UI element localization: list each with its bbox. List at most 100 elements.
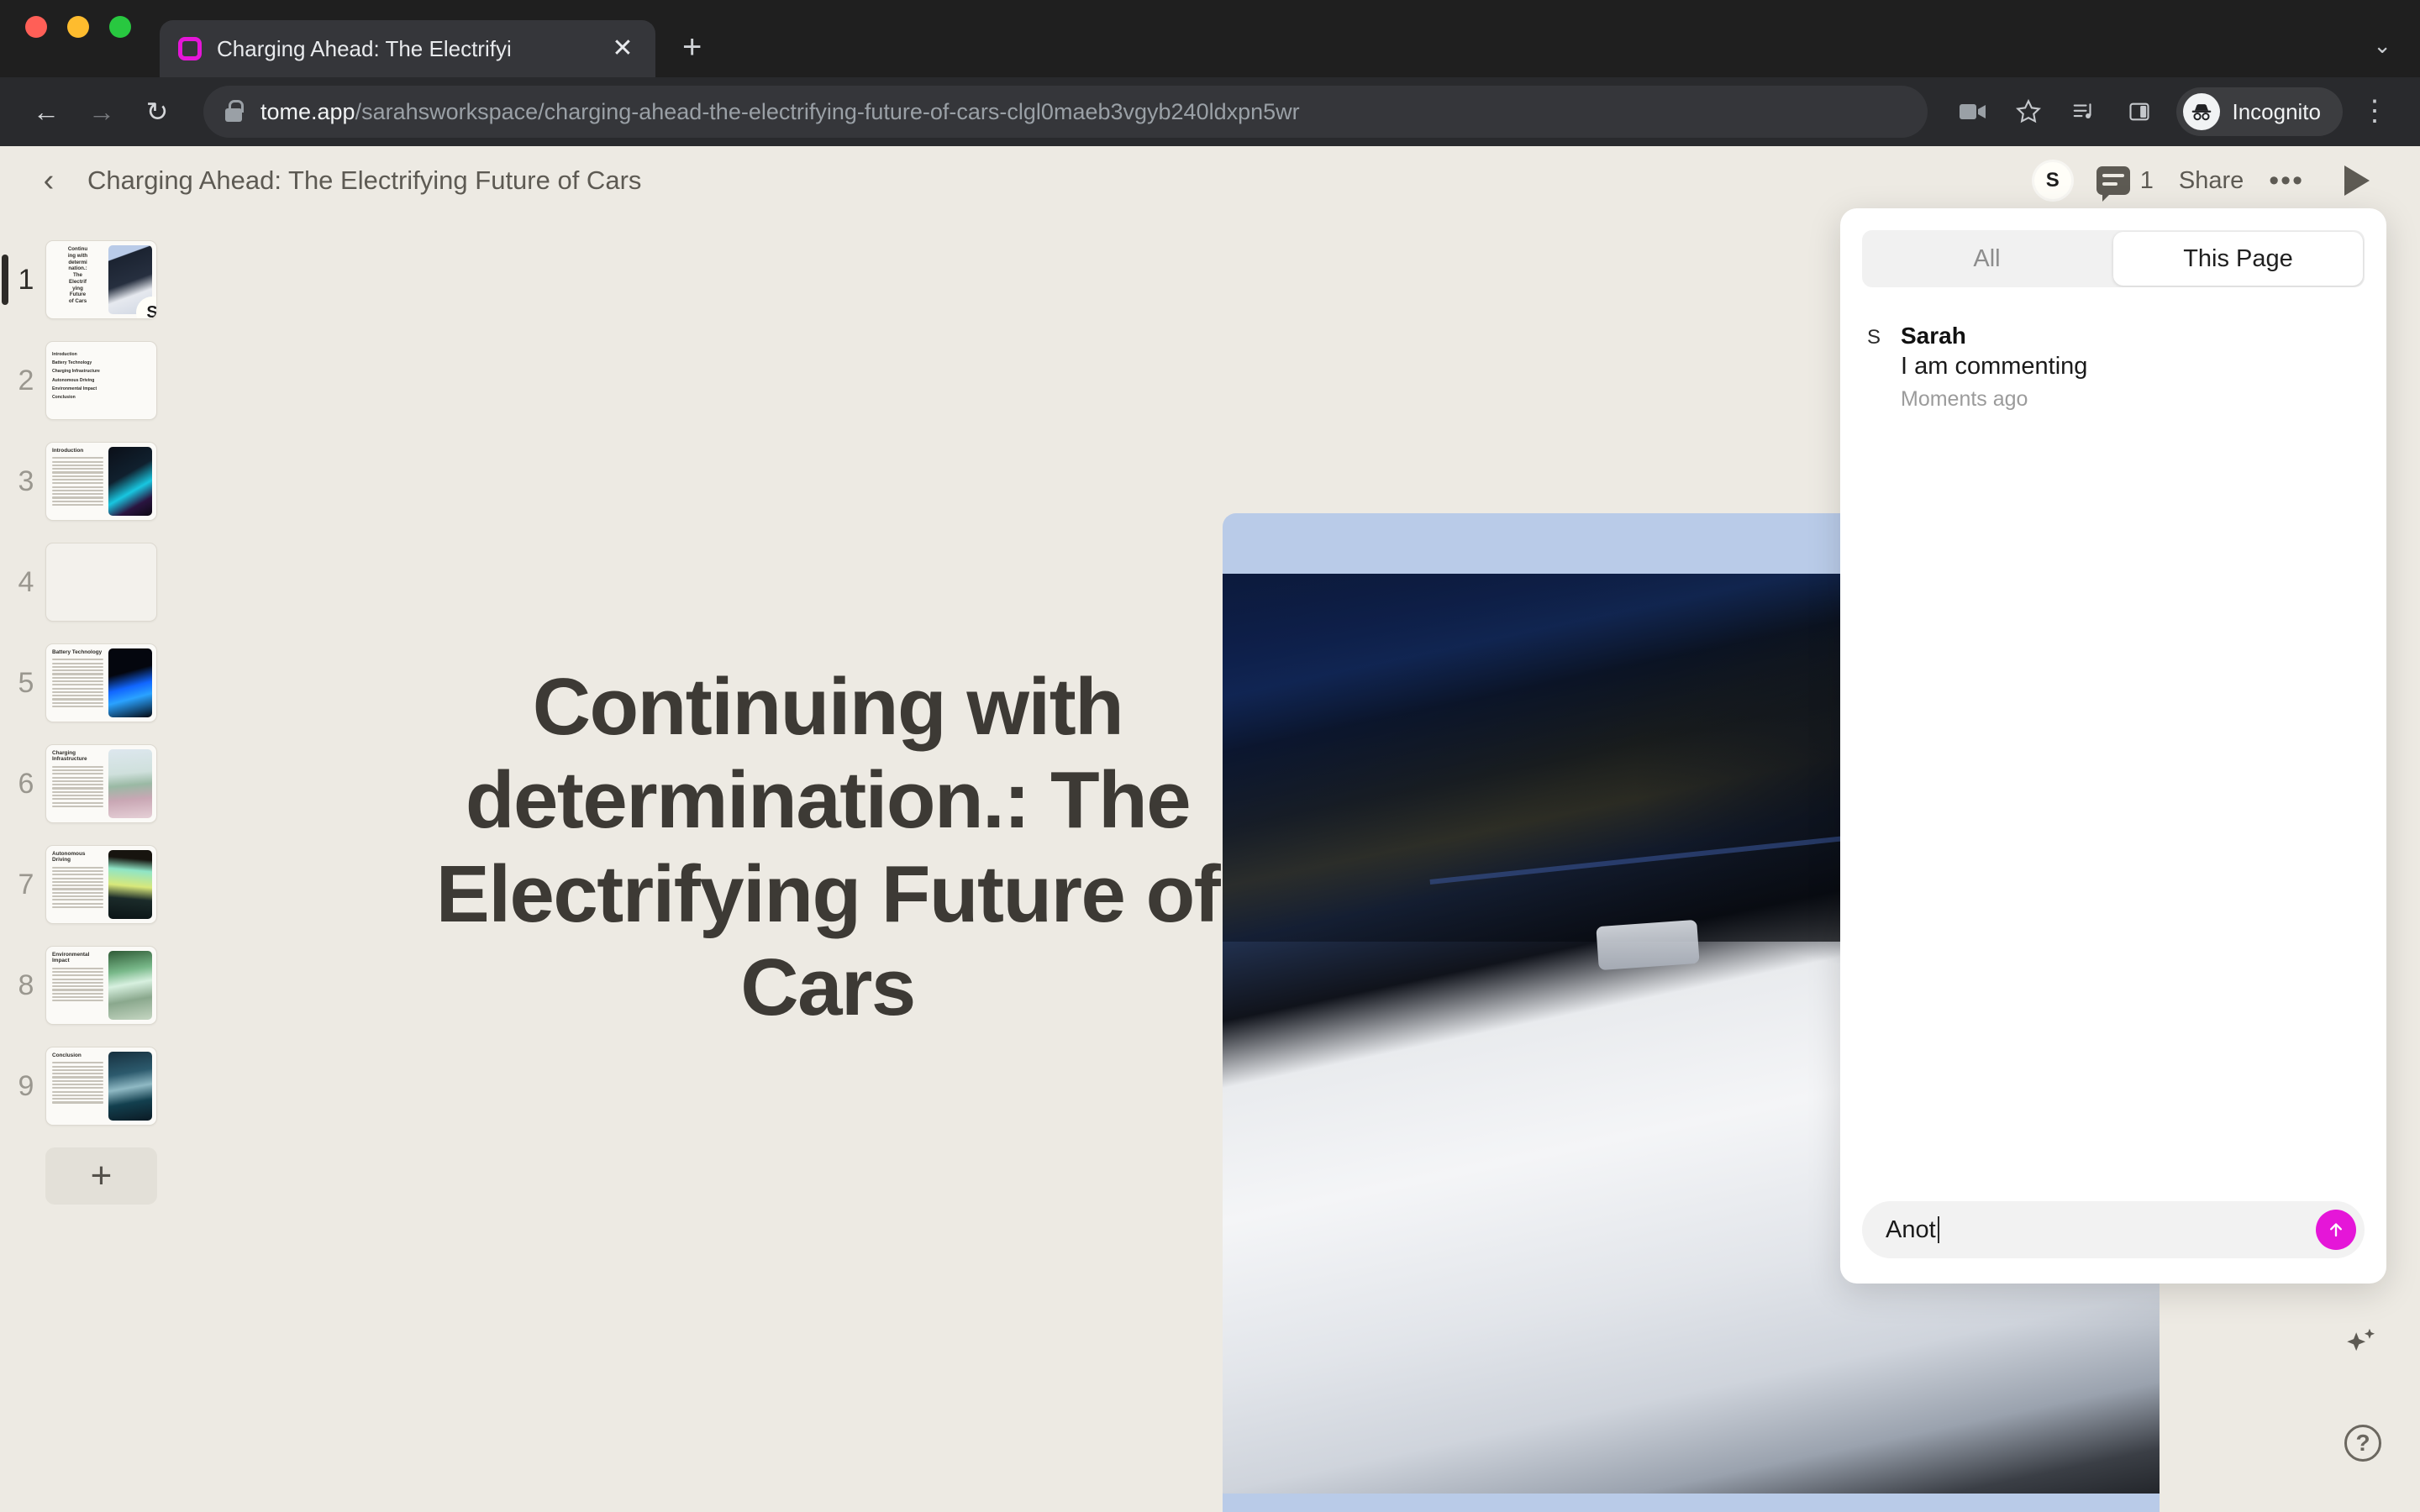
comment-input[interactable]: Anot [1886,1216,1936,1244]
comment-text: I am commenting [1901,353,2088,380]
slide-number: 4 [18,565,34,598]
slide-preview[interactable]: Charging Infrastructure [45,744,157,823]
header-actions: S 1 Share ••• [2033,162,2388,202]
slide-preview-heading: Environmental Impact [52,952,90,964]
slide-preview-text: Autonomous Driving [46,846,108,923]
comments-panel: All This Page S Sarah I am commenting Mo… [1840,208,2386,1284]
browser-menu-button[interactable]: ⋮ [2351,88,2398,135]
reload-button[interactable]: ↻ [133,87,182,136]
close-window-button[interactable] [25,16,47,38]
slide-preview[interactable]: Introduction Battery Technology Charging… [45,341,157,420]
text-caret [1937,1216,1939,1243]
tab-this-page[interactable]: This Page [2113,232,2363,286]
page-title[interactable]: Charging Ahead: The Electrifying Future … [87,165,641,196]
slide-thumbnail-9[interactable]: 9 Conclusion [0,1047,181,1126]
slide-preview[interactable]: Battery Technology [45,643,157,722]
toolbar-icons: Incognito ⋮ [1949,87,2398,136]
comment-timestamp: Moments ago [1901,387,2028,411]
slide-preview[interactable]: Conclusion [45,1047,157,1126]
comment-body: Sarah I am commenting Moments ago [1901,323,2087,412]
slide-number: 9 [18,1069,34,1102]
forward-button[interactable]: → [77,87,126,136]
comment-author: Sarah [1901,323,1966,349]
browser-window: Charging Ahead: The Electrifyi ✕ + ⌄ ← →… [0,0,2420,1512]
slide-preview[interactable]: Environmental Impact [45,946,157,1025]
new-tab-button[interactable]: + [682,30,702,64]
tome-hexagon-icon [178,37,202,60]
slide-title[interactable]: Continuing with determination.: The Elec… [387,660,1269,1034]
slide-number: 1 [18,263,34,296]
slide-thumbnail-7[interactable]: 7 Autonomous Driving [0,845,181,924]
address-bar[interactable]: tome.app/sarahsworkspace/charging-ahead-… [203,86,1928,138]
slide-preview[interactable]: Introduction [45,442,157,521]
media-playlist-icon[interactable] [2060,88,2107,135]
slide-preview-heading: Autonomous Driving [52,851,86,864]
slide-preview[interactable]: Continu ing with determi nation.: The El… [45,240,157,319]
share-button[interactable]: Share [2179,167,2244,195]
slide-thumbnail-sidebar[interactable]: 1 Continu ing with determi nation.: The … [0,215,181,1512]
slide-number: 8 [18,969,34,1001]
video-camera-icon[interactable] [1949,88,1996,135]
slide-preview-image [108,1052,152,1121]
slide-thumbnail-8[interactable]: 8 Environmental Impact [0,946,181,1025]
profile-incognito-button[interactable]: Incognito [2176,87,2343,136]
slide-preview-text: Introduction Battery Technology Charging… [46,342,156,419]
slide-thumbnail-6[interactable]: 6 Charging Infrastructure [0,744,181,823]
slide-preview[interactable]: Autonomous Driving [45,845,157,924]
slide-thumbnail-3[interactable]: 3 Introduction [0,442,181,521]
comment-count: 1 [2139,166,2154,194]
slide-preview-image [108,850,152,919]
slide-preview-text: Conclusion [46,1047,108,1125]
maximize-window-button[interactable] [109,16,131,38]
add-slide-button[interactable]: + [45,1147,157,1205]
slide-preview-body-lines [52,659,103,708]
slide-thumbnail-5[interactable]: 5 Battery Technology [0,643,181,722]
slide-preview-body-lines [52,457,103,507]
slide-thumbnail-1[interactable]: 1 Continu ing with determi nation.: The … [0,240,181,319]
close-icon[interactable]: ✕ [608,36,637,61]
chevron-down-icon[interactable]: ⌄ [2373,33,2391,59]
slide-preview-title: Continu ing with determi nation.: The El… [67,246,88,304]
slide-preview-image [108,749,152,818]
side-panel-icon[interactable] [2116,88,2163,135]
comments-toggle-button[interactable]: 1 [2096,166,2154,202]
avatar[interactable]: S [2033,162,2071,199]
slide-preview-body-lines [52,1062,103,1104]
comment-item[interactable]: S Sarah I am commenting Moments ago [1862,323,2365,412]
browser-tab-title: Charging Ahead: The Electrifyi [217,35,512,61]
present-icon[interactable] [2344,165,2370,196]
comment-avatar: S [1866,326,1881,349]
back-to-workspace-button[interactable]: ‹ [32,163,66,199]
slide-thumbnail-2[interactable]: 2 Introduction Battery Technology Chargi… [0,341,181,420]
window-traffic-lights [25,0,131,77]
slide-preview-heading: Conclusion [52,1053,82,1058]
car-door-handle [1596,919,1700,971]
slide-preview-text: Charging Infrastructure [46,745,108,822]
slide-preview-body-lines [52,765,103,807]
comments-list: S Sarah I am commenting Moments ago [1840,287,2386,1184]
slide-preview-heading: Charging Infrastructure [52,750,87,763]
slide-thumbnail-4[interactable]: 4 [0,543,181,622]
minimize-window-button[interactable] [67,16,89,38]
slide-preview-text: Continu ing with determi nation.: The El… [46,241,108,318]
browser-toolbar: ← → ↻ tome.app/sarahsworkspace/charging-… [0,77,2420,146]
profile-label: Incognito [2232,98,2321,124]
slide-preview-heading: Introduction [52,448,84,454]
back-button[interactable]: ← [22,87,71,136]
slide-preview-body-lines [52,866,103,908]
tab-all[interactable]: All [1862,230,2112,287]
slide-preview-text: Introduction [46,443,108,520]
more-options-button[interactable]: ••• [2269,165,2304,195]
send-comment-button[interactable] [2316,1210,2356,1250]
url-domain: tome.app [260,98,355,124]
slide-preview[interactable] [45,543,157,622]
comment-input-wrapper[interactable]: Anot [1862,1201,2365,1258]
bookmark-star-icon[interactable] [2005,88,2052,135]
help-icon[interactable]: ? [2344,1425,2381,1462]
slide-number: 2 [18,364,34,396]
sparkle-icon[interactable] [2339,1323,2383,1371]
slide-preview-text: Environmental Impact [46,947,108,1024]
slide-preview-body-lines [52,967,103,1002]
browser-tab[interactable]: Charging Ahead: The Electrifyi ✕ [160,20,655,77]
slide-number: 7 [18,868,34,900]
